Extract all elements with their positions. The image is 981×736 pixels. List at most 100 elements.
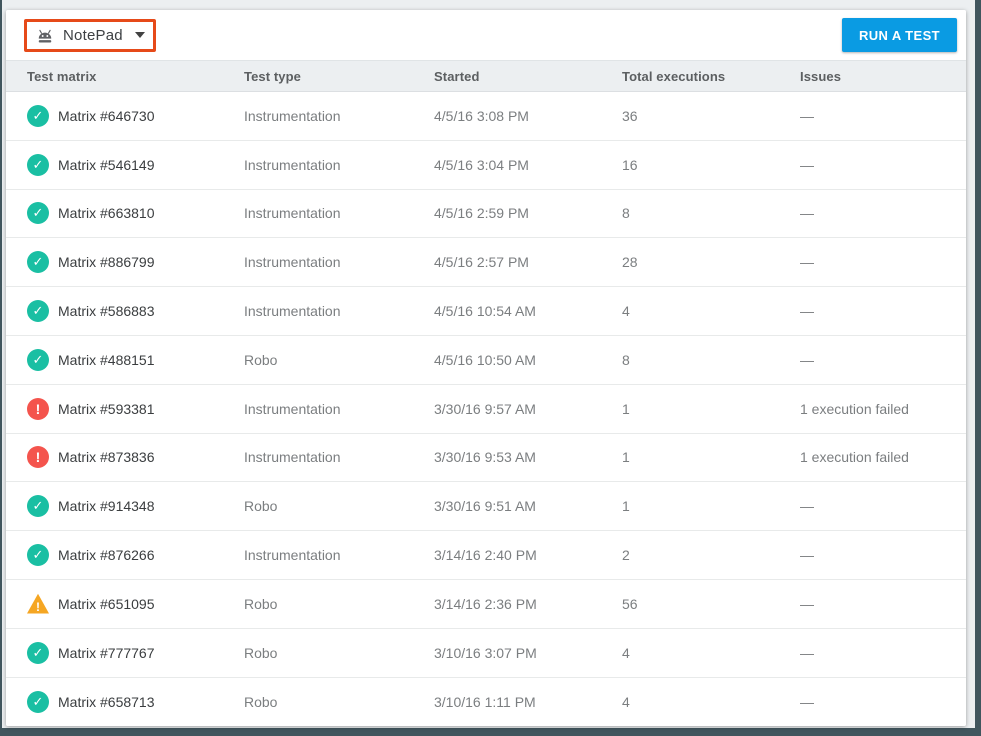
started-cell: 4/5/16 10:54 AM xyxy=(434,303,536,320)
table-row[interactable]: ✓ Matrix #876266 Instrumentation 3/14/16… xyxy=(6,531,966,580)
check-circle-icon: ✓ xyxy=(27,348,49,371)
total-executions-cell: 16 xyxy=(622,156,638,173)
issues-cell: 1 execution failed xyxy=(800,449,909,466)
matrix-label: Matrix #651095 xyxy=(58,595,155,612)
check-circle-icon: ✓ xyxy=(27,690,49,713)
total-executions-cell: 4 xyxy=(622,644,630,661)
issues-cell: — xyxy=(800,547,814,564)
check-circle-icon: ✓ xyxy=(27,641,49,664)
matrix-label: Matrix #546149 xyxy=(58,156,155,173)
test-type-cell: Robo xyxy=(244,595,278,612)
matrix-cell: ✓ Matrix #777767 xyxy=(27,641,244,664)
matrix-cell: ✓ Matrix #658713 xyxy=(27,690,244,713)
test-type-cell: Instrumentation xyxy=(244,400,341,417)
table-row[interactable]: ! Matrix #651095 Robo 3/14/16 2:36 PM 56… xyxy=(6,579,966,629)
started-cell: 3/10/16 3:07 PM xyxy=(434,644,537,661)
table-row[interactable]: ! Matrix #873836 Instrumentation 3/30/16… xyxy=(6,433,966,483)
test-type-cell: Robo xyxy=(244,498,278,515)
matrix-cell: ✓ Matrix #546149 xyxy=(27,153,244,176)
total-executions-cell: 2 xyxy=(622,547,630,564)
matrix-cell: ! Matrix #651095 xyxy=(27,593,244,615)
test-type-cell: Instrumentation xyxy=(244,303,341,320)
issues-cell: — xyxy=(800,156,814,173)
error-circle-icon: ! xyxy=(27,446,49,469)
matrix-label: Matrix #914348 xyxy=(58,498,155,515)
table-row[interactable]: ✓ Matrix #914348 Robo 3/30/16 9:51 AM 1 … xyxy=(6,482,966,532)
table-row[interactable]: ✓ Matrix #886799 Instrumentation 4/5/16 … xyxy=(6,238,966,288)
total-executions-cell: 1 xyxy=(622,498,630,515)
started-cell: 3/30/16 9:53 AM xyxy=(434,449,536,466)
total-executions-cell: 56 xyxy=(622,595,638,612)
test-type-cell: Instrumentation xyxy=(244,547,341,564)
table-row[interactable]: ✓ Matrix #777767 Robo 3/10/16 3:07 PM 4 … xyxy=(6,628,966,678)
table-row[interactable]: ✓ Matrix #646730 Instrumentation 4/5/16 … xyxy=(6,92,966,141)
matrix-label: Matrix #488151 xyxy=(58,351,155,368)
table-row[interactable]: ✓ Matrix #586883 Instrumentation 4/5/16 … xyxy=(6,287,966,336)
issues-cell: — xyxy=(800,498,814,515)
issues-cell: — xyxy=(800,351,814,368)
column-header-test-matrix: Test matrix xyxy=(27,68,97,84)
total-executions-cell: 8 xyxy=(622,205,630,222)
check-circle-icon: ✓ xyxy=(27,300,49,323)
check-circle-icon: ✓ xyxy=(27,495,49,518)
started-cell: 4/5/16 2:59 PM xyxy=(434,205,529,222)
started-cell: 3/30/16 9:51 AM xyxy=(434,498,536,515)
issues-cell: — xyxy=(800,644,814,661)
started-cell: 4/5/16 10:50 AM xyxy=(434,351,536,368)
matrix-label: Matrix #873836 xyxy=(58,449,155,466)
total-executions-cell: 4 xyxy=(622,303,630,320)
app-selector-label: NotePad xyxy=(63,26,123,44)
total-executions-cell: 4 xyxy=(622,693,630,710)
check-circle-icon: ✓ xyxy=(27,544,49,567)
started-cell: 3/14/16 2:36 PM xyxy=(434,595,537,612)
test-type-cell: Instrumentation xyxy=(244,449,341,466)
android-icon xyxy=(38,29,52,42)
issues-cell: — xyxy=(800,693,814,710)
matrix-cell: ! Matrix #593381 xyxy=(27,397,244,420)
matrix-cell: ! Matrix #873836 xyxy=(27,446,244,469)
table-row[interactable]: ✓ Matrix #488151 Robo 4/5/16 10:50 AM 8 … xyxy=(6,335,966,385)
total-executions-cell: 36 xyxy=(622,107,638,124)
matrix-label: Matrix #646730 xyxy=(58,107,155,124)
matrix-label: Matrix #593381 xyxy=(58,400,155,417)
started-cell: 3/10/16 1:11 PM xyxy=(434,693,536,710)
check-circle-icon: ✓ xyxy=(27,202,49,225)
caret-down-icon xyxy=(134,32,145,38)
total-executions-cell: 8 xyxy=(622,351,630,368)
matrix-cell: ✓ Matrix #663810 xyxy=(27,202,244,225)
warning-triangle-icon: ! xyxy=(27,593,49,614)
issues-cell: — xyxy=(800,254,814,271)
table-body: ✓ Matrix #646730 Instrumentation 4/5/16 … xyxy=(6,92,966,726)
matrix-label: Matrix #876266 xyxy=(58,547,155,564)
app-selector-dropdown[interactable]: NotePad xyxy=(33,25,147,46)
started-cell: 4/5/16 3:08 PM xyxy=(434,107,529,124)
table-row[interactable]: ✓ Matrix #658713 Robo 3/10/16 1:11 PM 4 … xyxy=(6,677,966,726)
test-type-cell: Robo xyxy=(244,644,278,661)
table-row[interactable]: ! Matrix #593381 Instrumentation 3/30/16… xyxy=(6,384,966,434)
test-type-cell: Robo xyxy=(244,351,278,368)
matrix-cell: ✓ Matrix #876266 xyxy=(27,544,244,567)
matrix-label: Matrix #586883 xyxy=(58,303,155,320)
issues-cell: 1 execution failed xyxy=(800,400,909,417)
matrix-cell: ✓ Matrix #586883 xyxy=(27,300,244,323)
issues-cell: — xyxy=(800,303,814,320)
matrix-label: Matrix #658713 xyxy=(58,693,155,710)
column-header-issues: Issues xyxy=(800,68,842,84)
started-cell: 4/5/16 2:57 PM xyxy=(434,254,529,271)
issues-cell: — xyxy=(800,595,814,612)
run-a-test-button[interactable]: RUN A TEST xyxy=(841,18,957,52)
table-row[interactable]: ✓ Matrix #546149 Instrumentation 4/5/16 … xyxy=(6,140,966,190)
test-type-cell: Instrumentation xyxy=(244,156,341,173)
test-lab-panel: NotePad RUN A TEST Test matrix Test type… xyxy=(6,10,966,726)
started-cell: 4/5/16 3:04 PM xyxy=(434,156,529,173)
matrix-label: Matrix #663810 xyxy=(58,205,155,222)
issues-cell: — xyxy=(800,205,814,222)
matrix-cell: ✓ Matrix #488151 xyxy=(27,348,244,371)
total-executions-cell: 1 xyxy=(622,449,630,466)
matrix-label: Matrix #777767 xyxy=(58,644,155,661)
check-circle-icon: ✓ xyxy=(27,153,49,176)
test-type-cell: Instrumentation xyxy=(244,205,341,222)
table-row[interactable]: ✓ Matrix #663810 Instrumentation 4/5/16 … xyxy=(6,189,966,239)
toolbar: NotePad RUN A TEST xyxy=(6,10,966,60)
table-header: Test matrix Test type Started Total exec… xyxy=(6,60,966,92)
